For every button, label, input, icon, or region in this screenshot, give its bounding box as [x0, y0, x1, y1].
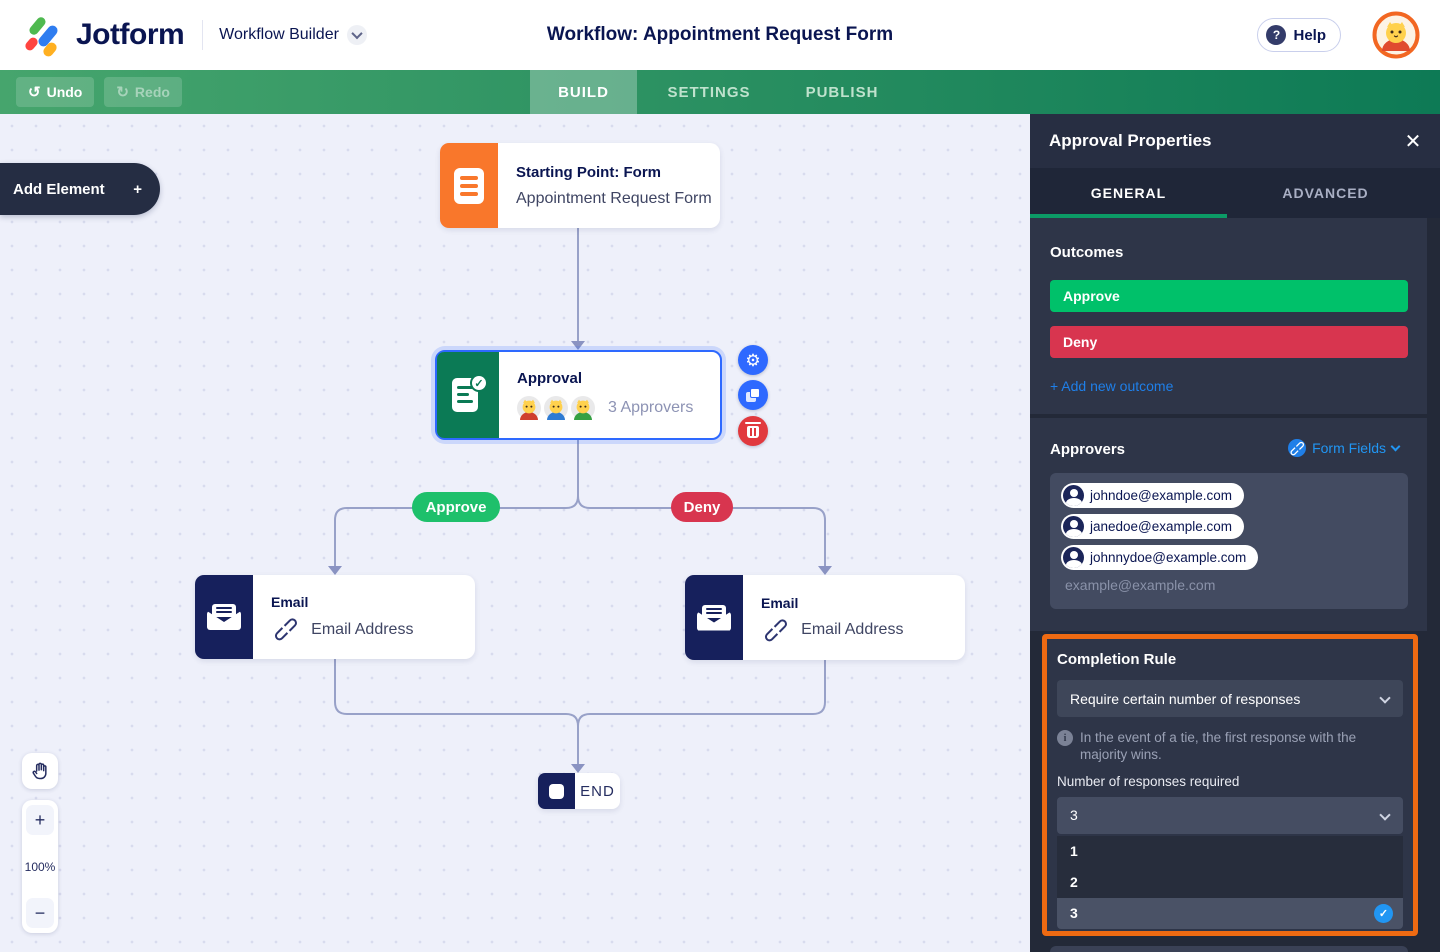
email-icon [195, 575, 253, 659]
node-starting-point[interactable]: Starting Point: Form Appointment Request… [440, 143, 720, 228]
app-switcher[interactable]: Workflow Builder [219, 25, 367, 45]
question-icon: ? [1266, 25, 1287, 45]
node-duplicate-button[interactable] [738, 380, 768, 410]
tab-publish[interactable]: PUBLISH [781, 70, 903, 114]
brand-name: Jotform [76, 18, 185, 51]
chevron-down-icon [346, 25, 367, 45]
approver-avatar-icon [544, 396, 568, 420]
help-button[interactable]: ? Help [1257, 18, 1341, 52]
trash-icon [745, 421, 761, 438]
close-icon[interactable]: ✕ [1400, 128, 1426, 154]
panel-header: Approval Properties ✕ [1030, 114, 1440, 168]
form-fields-dropdown[interactable]: ⊂⊃ Form Fields [1286, 437, 1401, 460]
hand-icon [32, 762, 47, 780]
email-icon [685, 575, 743, 660]
option-2[interactable]: 2 [1057, 866, 1403, 898]
link-icon: ⊂⊃ [757, 611, 794, 648]
undo-icon: ↺ [28, 84, 41, 101]
approvers-input[interactable]: johndoe@example.com janedoe@example.com … [1050, 473, 1408, 609]
add-element-button[interactable]: Add Element + [0, 163, 160, 215]
tab-general[interactable]: GENERAL [1030, 168, 1227, 218]
node-settings-button[interactable]: ⚙ [738, 345, 768, 375]
pan-tool-button[interactable] [22, 753, 58, 789]
zoom-controls: + 100% − [22, 800, 58, 933]
approver-chip[interactable]: johnnydoe@example.com [1061, 545, 1259, 570]
completion-rule-section: Completion Rule Require certain number o… [1042, 634, 1418, 936]
node-delete-button[interactable] [738, 416, 768, 446]
jotform-logo[interactable]: Jotform [23, 15, 185, 59]
mode-tabs: BUILD SETTINGS PUBLISH [530, 70, 903, 114]
form-icon [440, 143, 498, 228]
approvers-heading: Approvers [1050, 441, 1126, 458]
build-toolbar: ↺ Undo ↻ Redo BUILD SETTINGS PUBLISH [0, 70, 1440, 114]
completion-rule-heading: Completion Rule [1057, 651, 1177, 668]
tab-build[interactable]: BUILD [530, 70, 637, 114]
option-3[interactable]: 3 ✓ [1057, 897, 1403, 929]
outcomes-section: Outcomes Approve Deny + Add new outcome [1030, 218, 1427, 414]
zoom-level: 100% [24, 859, 56, 874]
option-1[interactable]: 1 [1057, 835, 1403, 867]
top-header: Jotform Workflow Builder Workflow: Appoi… [0, 0, 1440, 70]
tab-settings[interactable]: SETTINGS [637, 70, 781, 114]
jotform-logo-icon [23, 15, 64, 59]
tie-info: i In the event of a tie, the first respo… [1057, 729, 1387, 764]
next-section-partial [1050, 946, 1408, 952]
approval-properties-panel: Approval Properties ✕ GENERAL ADVANCED O… [1030, 114, 1440, 952]
node-end[interactable]: END [538, 773, 620, 809]
branch-label-approve[interactable]: Approve [412, 492, 500, 522]
tab-advanced[interactable]: ADVANCED [1227, 168, 1424, 218]
panel-tabs: GENERAL ADVANCED [1030, 168, 1440, 218]
completion-rule-select[interactable]: Require certain number of responses [1057, 680, 1403, 717]
chevron-down-icon [1379, 692, 1391, 704]
approver-chip[interactable]: janedoe@example.com [1061, 514, 1245, 539]
panel-title: Approval Properties [1049, 131, 1212, 150]
page-title: Workflow: Appointment Request Form [546, 24, 894, 45]
person-icon [1063, 485, 1084, 506]
workflow-builder-app: Jotform Workflow Builder Workflow: Appoi… [0, 0, 1440, 952]
approver-avatar-icon [571, 396, 595, 420]
add-new-outcome-link[interactable]: + Add new outcome [1050, 378, 1173, 394]
redo-icon: ↻ [116, 84, 129, 101]
workflow-canvas[interactable]: Starting Point: Form Appointment Request… [0, 114, 1030, 952]
approver-avatars [517, 396, 598, 420]
person-icon [1063, 547, 1084, 568]
approver-avatar-icon [517, 396, 541, 420]
connector-lines [328, 228, 832, 773]
plus-icon: + [133, 180, 142, 198]
link-icon: ⊂⊃ [1286, 437, 1309, 460]
responses-count-select[interactable]: 3 [1057, 796, 1403, 834]
link-icon: ⊂⊃ [267, 611, 304, 647]
node-approval[interactable]: ✓ Approval 3 Approvers [435, 350, 722, 440]
gear-icon: ⚙ [745, 350, 761, 370]
responses-count-options: 1 2 3 ✓ [1057, 835, 1403, 929]
app-switcher-label: Workflow Builder [219, 26, 339, 43]
approval-icon: ✓ [437, 352, 499, 438]
header-divider [202, 20, 204, 50]
node-email-approve[interactable]: Email ⊂⊃ Email Address [195, 575, 475, 659]
outcomes-heading: Outcomes [1050, 244, 1124, 261]
redo-button[interactable]: ↻ Redo [104, 77, 182, 107]
person-icon [1063, 516, 1084, 537]
responses-required-label: Number of responses required [1057, 773, 1240, 789]
chevron-down-icon [1390, 441, 1401, 452]
branch-label-deny[interactable]: Deny [671, 492, 733, 522]
zoom-in-button[interactable]: + [26, 805, 54, 835]
info-icon: i [1057, 730, 1073, 746]
check-icon: ✓ [1374, 903, 1393, 923]
undo-button[interactable]: ↺ Undo [16, 77, 95, 107]
node-email-deny[interactable]: Email ⊂⊃ Email Address [685, 575, 965, 660]
chevron-down-icon [1379, 808, 1391, 821]
outcome-approve[interactable]: Approve [1050, 280, 1408, 312]
approver-email-placeholder: example@example.com [1065, 577, 1216, 593]
user-avatar[interactable] [1372, 11, 1420, 59]
end-stop-icon [538, 773, 575, 809]
approver-chip[interactable]: johndoe@example.com [1061, 483, 1245, 508]
zoom-out-button[interactable]: − [26, 898, 54, 928]
approvers-section: Approvers ⊂⊃ Form Fields johndoe@example… [1030, 418, 1427, 631]
outcome-deny[interactable]: Deny [1050, 326, 1408, 358]
copy-icon [746, 388, 760, 402]
